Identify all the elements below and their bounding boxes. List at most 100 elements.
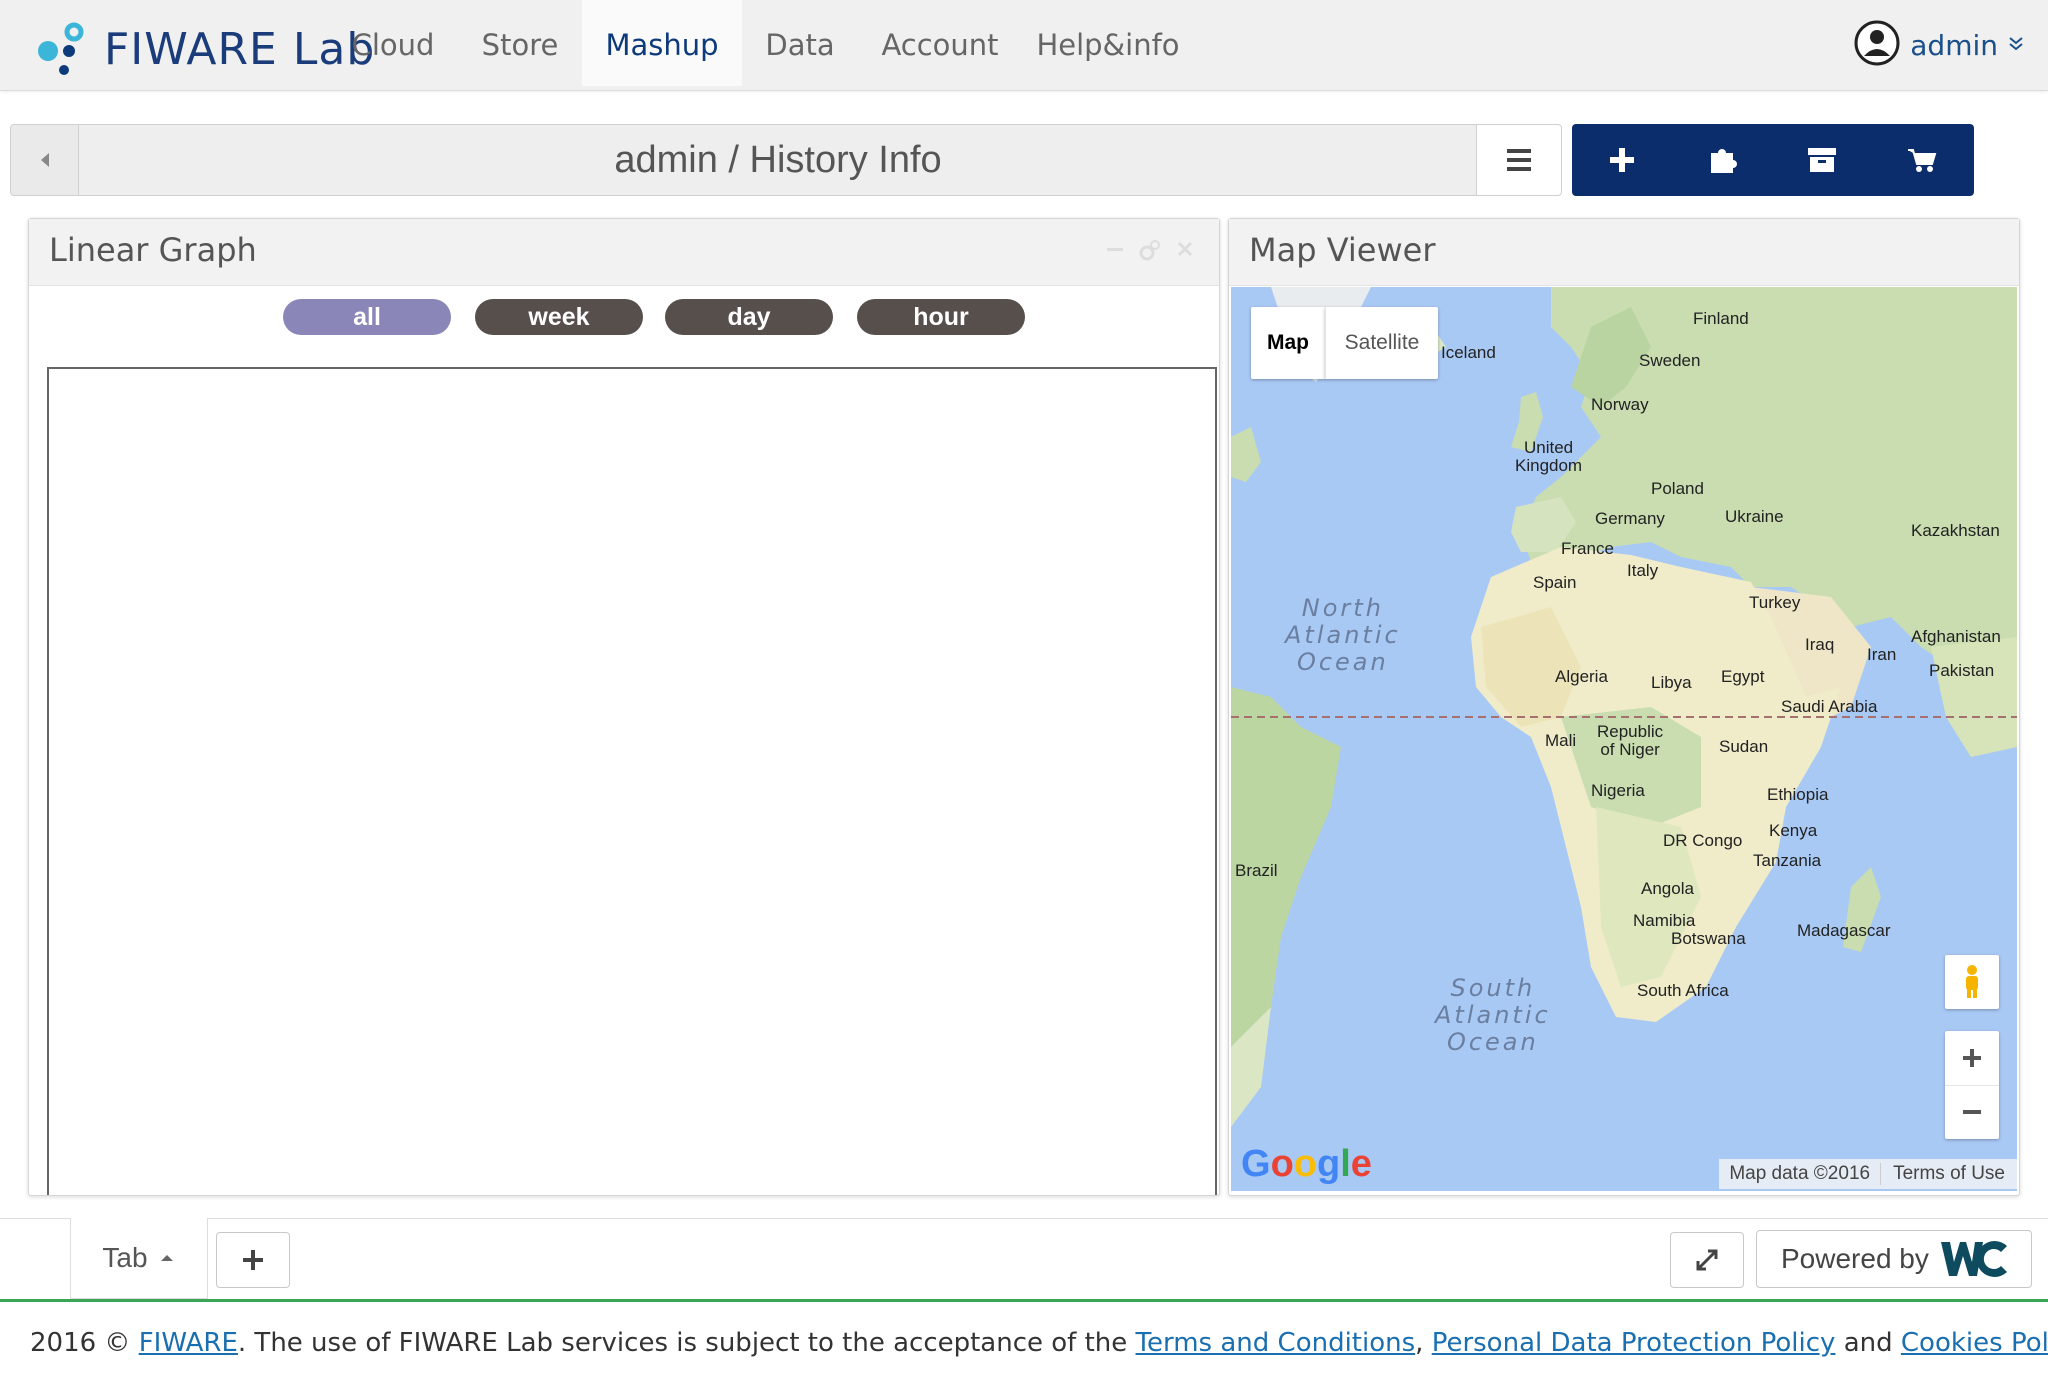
map-label: DR Congo [1663, 831, 1743, 850]
map-label: Turkey [1749, 593, 1801, 612]
zoom-out-button[interactable] [1945, 1086, 1999, 1140]
street-view-pegman-icon[interactable] [1945, 955, 1999, 1009]
map-label: Kenya [1769, 821, 1818, 840]
footer: 2016 © FIWARE. The use of FIWARE Lab ser… [30, 1328, 2048, 1358]
map-label: Algeria [1555, 667, 1608, 686]
map-label: Republic of Niger [1597, 722, 1664, 759]
footer-text: and [1835, 1328, 1901, 1358]
map-label: Angola [1641, 879, 1694, 898]
nav-store[interactable]: Store [464, 0, 576, 86]
nav-mashup[interactable]: Mashup [582, 0, 742, 86]
minus-icon [1963, 1110, 1981, 1115]
nav-account[interactable]: Account [868, 0, 1012, 86]
powered-by-button[interactable]: Powered by [1756, 1230, 2032, 1288]
user-menu[interactable]: admin [1854, 20, 2024, 70]
map-label: Mali [1545, 731, 1577, 750]
ocean-label: North Atlantic Ocean [1285, 594, 1401, 676]
range-week-button[interactable]: week [475, 299, 643, 335]
close-icon[interactable] [1175, 239, 1195, 264]
map-label: Madagascar [1797, 921, 1891, 940]
map-label: Poland [1651, 479, 1704, 498]
marketplace-button[interactable] [1872, 124, 1972, 196]
widget-titlebar[interactable]: Map Viewer [1229, 219, 2019, 286]
map-label: Libya [1651, 673, 1692, 692]
map-label: Germany [1595, 509, 1665, 528]
zoom-in-button[interactable] [1945, 1031, 1999, 1086]
map-label: Finland [1693, 309, 1749, 328]
zoom-controls [1945, 1031, 1999, 1139]
map-label: Sweden [1639, 351, 1701, 370]
puzzle-icon [1711, 149, 1737, 173]
privacy-policy-link[interactable]: Personal Data Protection Policy [1432, 1328, 1836, 1358]
map-label: Botswana [1671, 929, 1746, 948]
nav-helpinfo[interactable]: Help&info [1030, 0, 1186, 86]
linear-graph-widget: Linear Graph all week day hour [28, 218, 1220, 1196]
hamburger-icon [1507, 149, 1531, 171]
plus-icon [243, 1250, 263, 1270]
ocean-label: South Atlantic Ocean [1435, 974, 1551, 1056]
expand-icon [1696, 1249, 1718, 1271]
caret-up-icon [160, 1255, 173, 1261]
nav-cloud[interactable]: Cloud [340, 0, 446, 86]
map-label: Namibia [1633, 911, 1696, 930]
map-label: France [1561, 539, 1614, 558]
plus-icon [1610, 148, 1634, 172]
google-logo[interactable]: Google [1241, 1143, 1372, 1186]
map-canvas[interactable]: Map Satellite Finland Iceland Sweden Nor… [1231, 287, 2017, 1191]
widget-titlebar[interactable]: Linear Graph [29, 219, 1219, 286]
fiware-logo-icon[interactable] [36, 18, 98, 78]
chevron-down-icon [2008, 35, 2024, 56]
minimize-icon[interactable] [1105, 239, 1125, 264]
action-toolbar [1572, 124, 1974, 196]
archive-icon [1808, 148, 1836, 172]
map-type-satellite-button[interactable]: Satellite [1325, 307, 1438, 379]
map-label: Brazil [1235, 861, 1278, 880]
footer-text: 2016 © [30, 1328, 139, 1358]
map-label: Saudi Arabia [1781, 697, 1878, 716]
terms-link[interactable]: Terms and Conditions [1136, 1328, 1416, 1358]
caret-left-icon [41, 153, 49, 167]
add-tab-button[interactable] [216, 1232, 290, 1288]
footer-text: . The use of FIWARE Lab services is subj… [237, 1328, 1136, 1358]
graph-plot-area[interactable] [47, 367, 1217, 1195]
map-label: Afghanistan [1911, 627, 2001, 646]
map-label: Ukraine [1725, 507, 1784, 526]
map-label: United Kingdom [1515, 438, 1583, 475]
fiware-link[interactable]: FIWARE [139, 1328, 238, 1358]
map-label: Iraq [1805, 635, 1835, 654]
back-button[interactable] [10, 124, 79, 196]
nav-data[interactable]: Data [752, 0, 848, 86]
add-widget-button[interactable] [1572, 124, 1672, 196]
workspace-menu-button[interactable] [1476, 124, 1562, 196]
brand-text[interactable]: FIWARE Lab [104, 24, 375, 75]
range-hour-button[interactable]: hour [857, 299, 1025, 335]
range-day-button[interactable]: day [665, 299, 833, 335]
footer-text: , [1415, 1328, 1432, 1358]
tab-current[interactable]: Tab [70, 1218, 208, 1299]
user-avatar-icon [1854, 20, 1900, 71]
map-type-map-button[interactable]: Map [1251, 307, 1325, 379]
terms-of-use-link[interactable]: Terms of Use [1880, 1163, 2017, 1185]
operators-button[interactable] [1672, 124, 1772, 196]
range-all-button[interactable]: all [283, 299, 451, 335]
tab-label: Tab [102, 1242, 148, 1273]
fullscreen-button[interactable] [1670, 1232, 1744, 1288]
map-viewer-widget: Map Viewer Map Satellite Finland Iceland… [1228, 218, 2020, 1196]
map-label: Nigeria [1591, 781, 1645, 800]
map-label: South Africa [1637, 981, 1729, 1000]
map-label: Kazakhstan [1911, 521, 2000, 540]
map-label: Norway [1591, 395, 1649, 414]
map-label: Egypt [1721, 667, 1765, 686]
map-label: Sudan [1719, 737, 1769, 756]
cookies-policy-link[interactable]: Cookies Policy [1901, 1328, 2048, 1358]
map-data-text: Map data ©2016 [1729, 1163, 1871, 1184]
settings-icon[interactable] [1137, 239, 1161, 268]
map-attribution: Map data ©2016 Terms of Use [1719, 1159, 2017, 1189]
archive-button[interactable] [1772, 124, 1872, 196]
widget-title: Linear Graph [49, 231, 257, 269]
map-label: Tanzania [1753, 851, 1822, 870]
map-label: Italy [1627, 561, 1659, 580]
widget-title: Map Viewer [1249, 231, 1436, 269]
plus-icon [1963, 1048, 1981, 1067]
map-label: Pakistan [1929, 661, 1995, 680]
